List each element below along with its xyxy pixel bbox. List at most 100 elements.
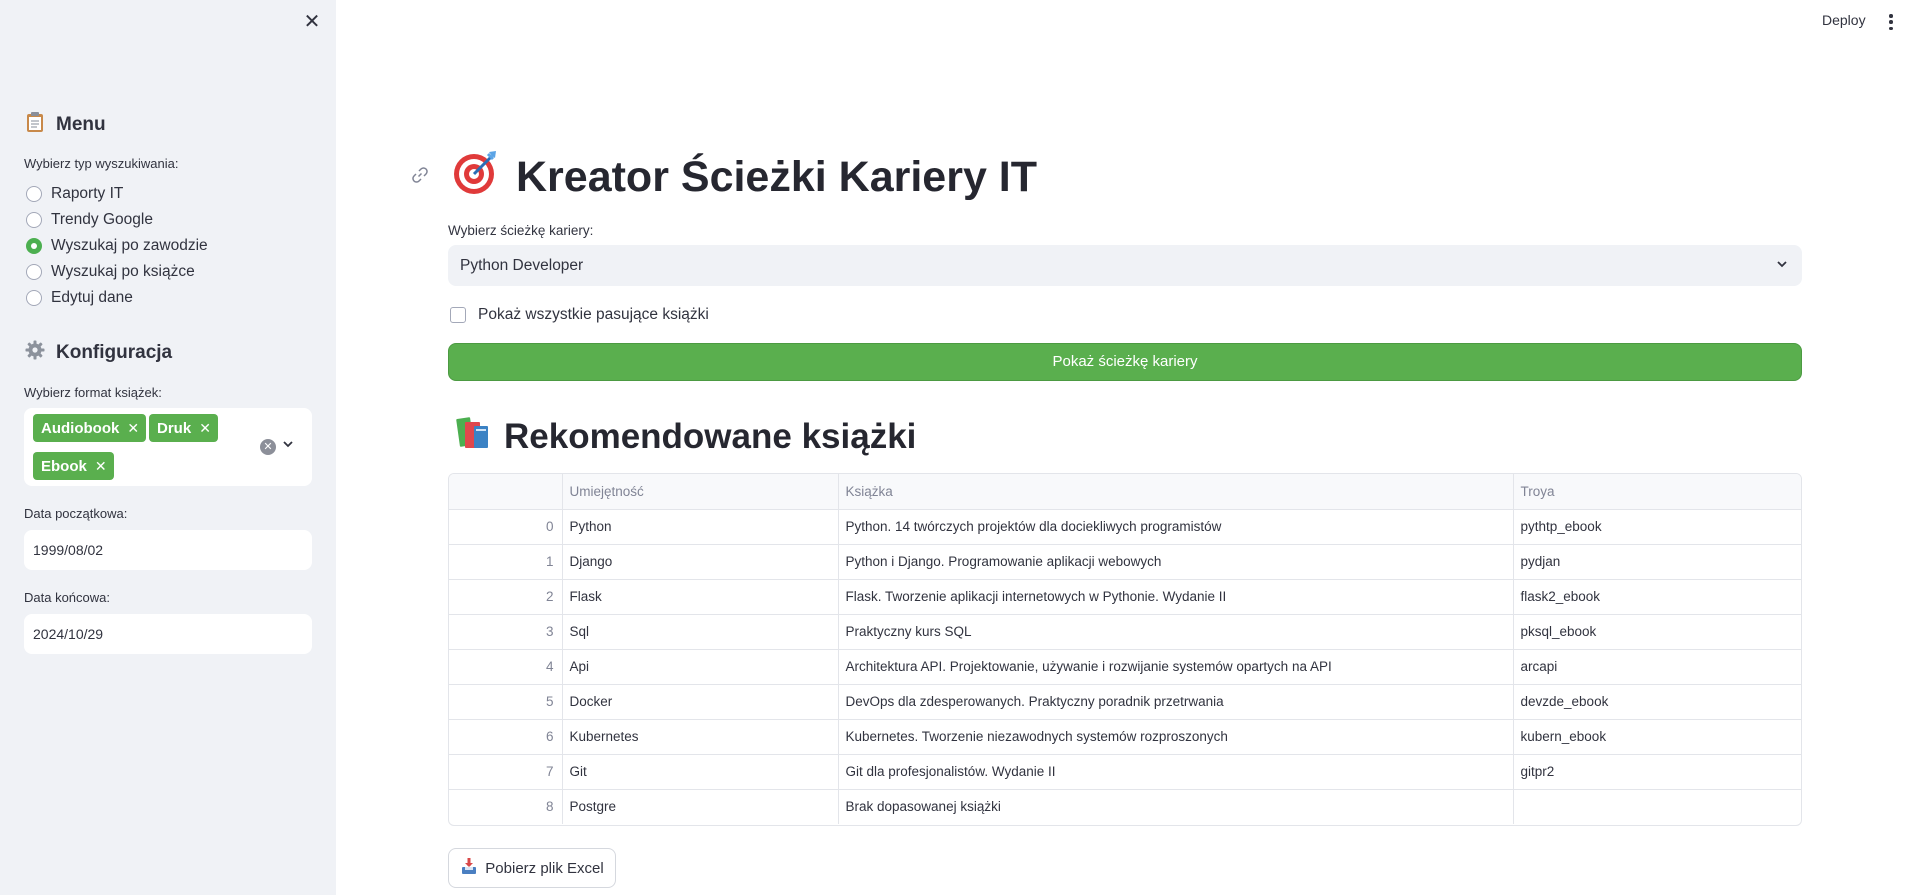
column-header-skill[interactable]: Umiejętność xyxy=(562,474,839,510)
table-row: 1 Django Python i Django. Programowanie ap… xyxy=(449,544,1801,580)
troya-cell[interactable]: kubern_ebook xyxy=(1513,719,1801,755)
troya-cell[interactable]: pythtp_ebook xyxy=(1513,509,1801,545)
format-tag-ebook: Ebook ✕ xyxy=(33,452,114,480)
row-index-cell[interactable]: 5 xyxy=(449,684,563,720)
book-cell[interactable]: Python. 14 twórczych projektów dla docie… xyxy=(838,509,1514,545)
radio-raporty-it[interactable]: Raporty IT xyxy=(26,181,208,207)
clipboard-icon xyxy=(24,111,46,139)
troya-cell[interactable]: pydjan xyxy=(1513,544,1801,580)
book-cell[interactable]: Brak dopasowanej książki xyxy=(838,789,1514,824)
sidebar: ✕ Menu Wybierz typ wyszukiwania: Raporty… xyxy=(0,0,336,895)
section-title-text: Rekomendowane książki xyxy=(504,416,917,456)
column-header-index[interactable] xyxy=(449,474,563,510)
career-select[interactable]: Python Developer xyxy=(448,245,1802,286)
career-label: Wybierz ścieżkę kariery: xyxy=(448,223,594,238)
table-body: 0 Python Python. 14 twórczych projektów dl… xyxy=(449,509,1801,824)
menu-heading: Menu xyxy=(24,111,106,139)
radio-trendy-google[interactable]: Trendy Google xyxy=(26,207,208,233)
career-select-value: Python Developer xyxy=(460,256,584,274)
book-cell[interactable]: Architektura API. Projektowanie, używani… xyxy=(838,649,1514,685)
skill-cell[interactable]: Python xyxy=(562,509,839,545)
radio-circle[interactable] xyxy=(26,212,42,228)
end-date-input[interactable] xyxy=(24,614,312,654)
skill-cell[interactable]: Git xyxy=(562,754,839,790)
table-row: 5 Docker DevOps dla zdesperowanych. Prakty… xyxy=(449,684,1801,720)
format-multiselect[interactable]: Audiobook ✕ Druk ✕ Ebook ✕ ✕ xyxy=(24,408,312,486)
troya-cell[interactable]: pksql_ebook xyxy=(1513,614,1801,650)
row-index-cell[interactable]: 2 xyxy=(449,579,563,615)
remove-tag-icon[interactable]: ✕ xyxy=(95,458,107,475)
book-cell[interactable]: Flask. Tworzenie aplikacji internetowych… xyxy=(838,579,1514,615)
radio-circle[interactable] xyxy=(26,186,42,202)
troya-cell[interactable]: devzde_ebook xyxy=(1513,684,1801,720)
skill-cell[interactable]: Postgre xyxy=(562,789,839,824)
column-header-book[interactable]: Książka xyxy=(838,474,1514,510)
main-menu-icon[interactable] xyxy=(1886,12,1896,32)
book-cell[interactable]: DevOps dla zdesperowanych. Praktyczny po… xyxy=(838,684,1514,720)
download-excel-label: Pobierz plik Excel xyxy=(485,859,604,877)
tag-label: Audiobook xyxy=(41,419,120,437)
table-row: 6 Kubernetes Kubernetes. Tworzenie niezawo… xyxy=(449,719,1801,755)
show-all-checkbox-row[interactable]: Pokaż wszystkie pasujące książki xyxy=(450,306,709,324)
skill-cell[interactable]: Flask xyxy=(562,579,839,615)
format-tag-druk: Druk ✕ xyxy=(149,414,218,442)
download-excel-button[interactable]: Pobierz plik Excel xyxy=(448,848,616,888)
search-type-radio-group: Raporty IT Trendy Google Wyszukaj po zaw… xyxy=(26,181,208,311)
skill-cell[interactable]: Api xyxy=(562,649,839,685)
show-career-path-button[interactable]: Pokaż ścieżkę kariery xyxy=(448,343,1802,381)
skill-cell[interactable]: Docker xyxy=(562,684,839,720)
show-all-checkbox[interactable] xyxy=(450,307,466,323)
row-index-cell[interactable]: 8 xyxy=(449,789,563,824)
format-tag-audiobook: Audiobook ✕ xyxy=(33,414,147,442)
section-title: Rekomendowane książki xyxy=(452,412,916,461)
radio-label: Trendy Google xyxy=(51,211,153,228)
row-index-cell[interactable]: 7 xyxy=(449,754,563,790)
radio-circle-selected[interactable] xyxy=(26,238,42,254)
deploy-button[interactable]: Deploy xyxy=(1822,12,1866,28)
table-row: 4 Api Architektura API. Projektowanie, uży… xyxy=(449,649,1801,685)
troya-cell[interactable]: flask2_ebook xyxy=(1513,579,1801,615)
inbox-tray-icon xyxy=(460,857,478,879)
radio-wyszukaj-po-ksiazce[interactable]: Wyszukaj po książce xyxy=(26,259,208,285)
row-index-cell[interactable]: 3 xyxy=(449,614,563,650)
target-icon xyxy=(452,148,500,207)
radio-label: Edytuj dane xyxy=(51,289,133,306)
row-index-cell[interactable]: 6 xyxy=(449,719,563,755)
format-label: Wybierz format książek: xyxy=(24,385,162,400)
book-cell[interactable]: Kubernetes. Tworzenie niezawodnych syste… xyxy=(838,719,1514,755)
book-cell[interactable]: Praktyczny kurs SQL xyxy=(838,614,1514,650)
skill-cell[interactable]: Django xyxy=(562,544,839,580)
troya-cell[interactable]: arcapi xyxy=(1513,649,1801,685)
column-header-troya[interactable]: Troya xyxy=(1513,474,1801,510)
troya-cell[interactable] xyxy=(1513,789,1801,824)
end-date-label: Data końcowa: xyxy=(24,590,110,605)
row-index-cell[interactable]: 0 xyxy=(449,509,563,545)
remove-tag-icon[interactable]: ✕ xyxy=(199,420,211,437)
troya-cell[interactable]: gitpr2 xyxy=(1513,754,1801,790)
row-index-cell[interactable]: 1 xyxy=(449,544,563,580)
row-index-cell[interactable]: 4 xyxy=(449,649,563,685)
chevron-down-icon[interactable] xyxy=(1776,257,1788,273)
radio-circle[interactable] xyxy=(26,290,42,306)
remove-tag-icon[interactable]: ✕ xyxy=(127,420,139,437)
table-row: 3 Sql Praktyczny kurs SQL pksql_ebook xyxy=(449,614,1801,650)
anchor-link-icon[interactable] xyxy=(410,165,430,185)
radio-edytuj-dane[interactable]: Edytuj dane xyxy=(26,285,208,311)
radio-circle[interactable] xyxy=(26,264,42,280)
skill-cell[interactable]: Kubernetes xyxy=(562,719,839,755)
chevron-down-icon[interactable] xyxy=(282,437,294,453)
tag-label: Druk xyxy=(157,419,192,437)
clear-all-icon[interactable]: ✕ xyxy=(260,439,276,455)
start-date-input[interactable] xyxy=(24,530,312,570)
tag-label: Ebook xyxy=(41,457,87,475)
skill-cell[interactable]: Sql xyxy=(562,614,839,650)
book-cell[interactable]: Python i Django. Programowanie aplikacji… xyxy=(838,544,1514,580)
close-sidebar-icon[interactable]: ✕ xyxy=(302,12,322,32)
radio-wyszukaj-po-zawodzie[interactable]: Wyszukaj po zawodzie xyxy=(26,233,208,259)
page-title-text: Kreator Ścieżki Kariery IT xyxy=(516,153,1038,201)
table-row: 7 Git Git dla profesjonalistów. Wydanie II… xyxy=(449,754,1801,790)
table-row: 8 Postgre Brak dopasowanej książki xyxy=(449,789,1801,824)
book-cell[interactable]: Git dla profesjonalistów. Wydanie II xyxy=(838,754,1514,790)
books-icon xyxy=(452,412,492,461)
radio-label: Wyszukaj po zawodzie xyxy=(51,237,208,254)
